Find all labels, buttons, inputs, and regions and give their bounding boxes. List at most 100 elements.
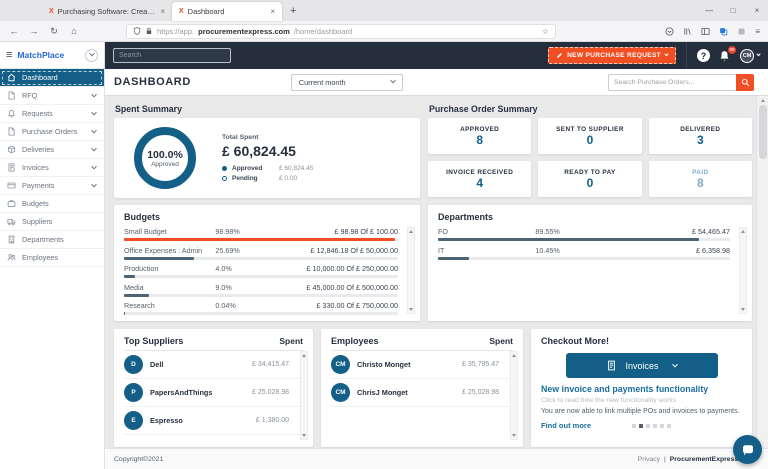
sidebar-item[interactable]: Invoices — [0, 159, 104, 177]
carousel-dot[interactable] — [653, 424, 657, 428]
carousel-dot[interactable] — [632, 424, 636, 428]
menu-icon[interactable]: ≡ — [755, 27, 760, 36]
shield-icon[interactable] — [133, 27, 141, 35]
scroll-down-icon[interactable] — [741, 308, 745, 311]
scrollbar-thumb[interactable] — [759, 105, 767, 159]
card-scrollbar[interactable] — [300, 351, 308, 440]
employee-row[interactable]: CM ChrisJ Monget £ 25,028.98 — [331, 379, 513, 407]
sidebar-item[interactable]: Budgets — [0, 195, 104, 213]
help-button[interactable]: ? — [697, 49, 710, 62]
department-name: IT — [438, 246, 535, 255]
po-stat-card[interactable]: APPROVED 8 — [428, 118, 531, 154]
extension-icon[interactable] — [737, 27, 746, 36]
sidebar-item[interactable]: Deliveries — [0, 141, 104, 159]
invoices-dropdown-button[interactable]: Invoices — [566, 353, 718, 378]
card-scrollbar[interactable] — [739, 227, 747, 314]
scroll-up-icon[interactable] — [761, 99, 765, 102]
forward-icon[interactable]: → — [28, 26, 40, 36]
employee-row[interactable]: CM Christo Monget £ 35,795.47 — [331, 351, 513, 379]
budget-row[interactable]: Small Budget 98.98% £ 98.98 Of £ 100.00 — [124, 227, 398, 241]
po-search-input[interactable] — [608, 74, 736, 91]
container-tab-icon[interactable] — [719, 27, 728, 36]
site-favicon-icon: X — [49, 8, 54, 15]
chat-widget-button[interactable] — [733, 435, 762, 464]
sidebar-item[interactable]: Dashboard — [0, 69, 104, 87]
user-menu[interactable]: CM — [740, 49, 760, 63]
sidebar-nav: Dashboard RFQ Requests — [0, 69, 104, 267]
department-row[interactable]: FO 89.55% £ 54,465.47 — [438, 227, 730, 241]
global-search-input[interactable] — [113, 48, 231, 63]
reload-icon[interactable]: ↻ — [48, 26, 60, 37]
feature-headline-link[interactable]: New invoice and payments functionality — [541, 384, 742, 394]
browser-tab-active[interactable]: X Dashboard × — [172, 2, 282, 21]
lock-icon[interactable] — [145, 27, 153, 35]
checkout-more-title: Checkout More! — [541, 336, 742, 346]
sidebar-item[interactable]: Employees — [0, 249, 104, 267]
budget-row[interactable]: Media 9.0% £ 45,000.00 Of £ 500,000.00 — [124, 283, 398, 297]
tab-close-icon[interactable]: × — [270, 7, 275, 16]
scroll-up-icon[interactable] — [302, 354, 306, 357]
carousel-dot[interactable] — [646, 424, 650, 428]
scroll-down-icon[interactable] — [302, 434, 306, 437]
po-stat-card[interactable]: INVOICE RECEIVED 4 — [428, 161, 531, 197]
window-maximize-button[interactable]: □ — [722, 0, 744, 21]
scroll-up-icon[interactable] — [741, 230, 745, 233]
library-icon[interactable] — [683, 27, 692, 36]
card-scrollbar[interactable] — [510, 351, 518, 440]
notifications-button[interactable]: 99 — [718, 49, 732, 63]
home-icon[interactable]: ⌂ — [68, 26, 80, 36]
supplier-amount: £ 1,380.00 — [256, 417, 289, 424]
sidebar-item[interactable]: Requests — [0, 105, 104, 123]
find-out-more-link[interactable]: Find out more — [541, 421, 591, 430]
scroll-up-icon[interactable] — [512, 354, 516, 357]
back-icon[interactable]: ← — [8, 26, 20, 36]
brand-logo[interactable]: MatchPlace — [17, 50, 80, 60]
period-filter-select[interactable]: Current month — [291, 74, 403, 91]
new-tab-button[interactable]: + — [282, 2, 304, 21]
budget-progress-track — [124, 294, 398, 297]
new-purchase-request-button[interactable]: NEW PURCHASE REQUEST — [548, 47, 676, 64]
address-bar[interactable]: https://app.procurementexpress.com/home/… — [126, 24, 556, 39]
sidebar: ≡ MatchPlace Dashboard RFQ — [0, 42, 105, 469]
tab-close-icon[interactable]: × — [160, 7, 165, 16]
employee-amount: £ 25,028.98 — [462, 389, 499, 396]
budget-progress-fill — [124, 312, 125, 315]
window-close-button[interactable]: × — [746, 0, 768, 21]
card-scrollbar[interactable] — [407, 227, 415, 314]
supplier-row[interactable]: D Dell £ 34,415.47 — [124, 351, 303, 379]
po-stat-card[interactable]: DELIVERED 3 — [649, 118, 752, 154]
sidebar-collapse-button[interactable] — [85, 49, 98, 62]
sidebar-item[interactable]: Departments — [0, 231, 104, 249]
privacy-link[interactable]: Privacy — [638, 456, 660, 463]
chat-icon — [740, 442, 756, 458]
sidebar-item[interactable]: Payments — [0, 177, 104, 195]
po-stat-card[interactable]: SENT TO SUPPLIER 0 — [538, 118, 641, 154]
carousel-dot[interactable] — [667, 424, 671, 428]
hamburger-icon[interactable]: ≡ — [6, 49, 12, 61]
scroll-down-icon[interactable] — [512, 434, 516, 437]
chevron-down-icon — [91, 127, 97, 133]
bookmark-star-icon[interactable]: ☆ — [542, 27, 549, 36]
supplier-row[interactable]: P PapersAndThings £ 25,028.98 — [124, 379, 303, 407]
scroll-up-icon[interactable] — [409, 230, 413, 233]
carousel-dot[interactable] — [639, 424, 643, 428]
po-stat-card[interactable]: PAID 8 — [649, 161, 752, 197]
sidebar-item[interactable]: RFQ — [0, 87, 104, 105]
page-scrollbar[interactable] — [756, 96, 768, 448]
pocket-icon[interactable] — [665, 27, 674, 36]
sidebar-toggle-browser-icon[interactable] — [701, 27, 710, 36]
po-search-button[interactable] — [736, 74, 754, 91]
budget-progress-fill — [124, 275, 135, 278]
sidebar-item[interactable]: Suppliers — [0, 213, 104, 231]
scroll-down-icon[interactable] — [409, 308, 413, 311]
browser-tab-background[interactable]: X Purchasing Software: Create Pu × — [42, 2, 172, 21]
supplier-row[interactable]: E Espresso £ 1,380.00 — [124, 407, 303, 435]
po-stat-card[interactable]: READY TO PAY 0 — [538, 161, 641, 197]
carousel-dot[interactable] — [660, 424, 664, 428]
department-row[interactable]: IT 10.45% £ 6,358.98 — [438, 246, 730, 260]
budget-row[interactable]: Research 0.04% £ 330.00 Of £ 750,000.00 — [124, 301, 398, 315]
sidebar-item[interactable]: Purchase Orders — [0, 123, 104, 141]
budget-row[interactable]: Production 4.0% £ 10,000.00 Of £ 250,000… — [124, 264, 398, 278]
window-minimize-button[interactable]: — — [698, 0, 720, 21]
budget-row[interactable]: Office Expenses : Admin 25.69% £ 12,846.… — [124, 246, 398, 260]
